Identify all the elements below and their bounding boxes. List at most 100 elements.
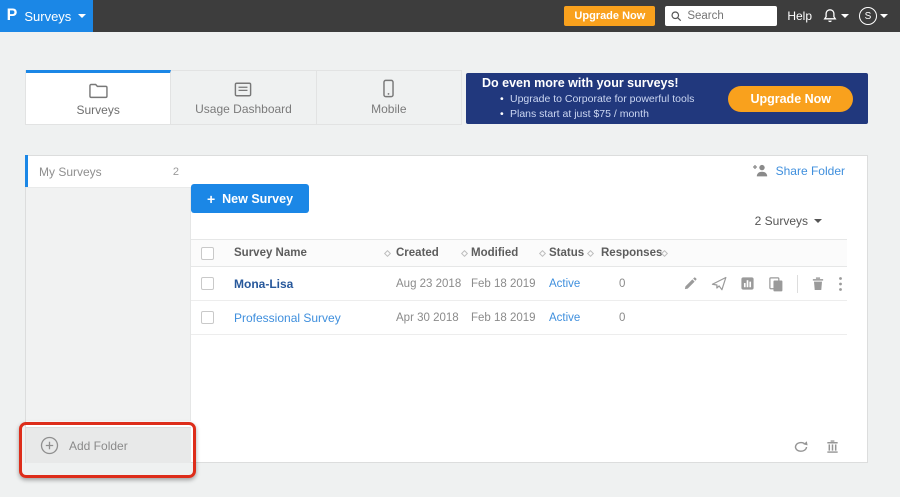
chevron-down-icon xyxy=(814,219,822,223)
created-value: Apr 30 2018 xyxy=(396,312,459,324)
column-label: Survey Name xyxy=(234,247,307,259)
banner-bullet: Upgrade to Corporate for powerful tools xyxy=(500,92,728,106)
chevron-down-icon xyxy=(880,14,888,18)
header-responses: Responses xyxy=(593,247,653,259)
upgrade-now-button[interactable]: Upgrade Now xyxy=(564,6,655,26)
share-person-plus-icon xyxy=(752,163,769,178)
status-link[interactable]: Active xyxy=(549,312,580,324)
banner-bullet: Plans start at just $75 / month xyxy=(500,107,728,121)
header-status: Status xyxy=(549,247,593,259)
table-header-row: Survey Name Created Modified Status Resp… xyxy=(191,239,847,267)
actions-divider xyxy=(797,275,798,293)
header-created: Created xyxy=(396,247,471,259)
column-label: Status xyxy=(549,247,584,259)
status-link[interactable]: Active xyxy=(549,278,580,290)
edit-pencil-icon[interactable] xyxy=(683,276,698,291)
modified-value: Feb 18 2019 xyxy=(471,278,536,290)
send-plane-icon[interactable] xyxy=(711,276,727,291)
responses-value: 0 xyxy=(619,278,625,290)
reports-chart-icon[interactable] xyxy=(740,276,755,291)
created-value: Aug 23 2018 xyxy=(396,278,461,290)
folder-icon xyxy=(88,81,108,99)
delete-trash-icon[interactable] xyxy=(811,276,825,291)
new-survey-label: New Survey xyxy=(222,192,293,206)
survey-name-cell: Mona-Lisa xyxy=(226,277,396,291)
help-link[interactable]: Help xyxy=(787,9,812,23)
more-kebab-icon[interactable] xyxy=(838,276,843,292)
share-folder-label: Share Folder xyxy=(776,164,845,178)
responses-cell: 0 xyxy=(593,278,653,290)
product-name: Surveys xyxy=(24,9,71,24)
row-checkbox[interactable] xyxy=(201,311,214,324)
upgrade-banner: Do even more with your surveys! Upgrade … xyxy=(466,73,868,124)
restore-arrow-icon[interactable] xyxy=(793,440,810,454)
row-actions xyxy=(683,275,847,293)
column-label: Responses xyxy=(601,247,662,259)
folder-item-my-surveys[interactable]: My Surveys 2 xyxy=(28,156,191,187)
search-icon xyxy=(670,10,683,23)
status-cell: Active xyxy=(549,312,593,324)
row-checkbox[interactable] xyxy=(201,277,214,290)
modified-cell: Feb 18 2019 xyxy=(471,278,549,290)
tab-usage-dashboard[interactable]: Usage Dashboard xyxy=(171,70,316,124)
row-checkbox-cell xyxy=(191,277,226,290)
modified-cell: Feb 18 2019 xyxy=(471,312,549,324)
section-tabs: Surveys Usage Dashboard Mobile xyxy=(25,70,462,125)
header-modified: Modified xyxy=(471,247,549,259)
search-input[interactable] xyxy=(687,10,771,22)
row-checkbox-cell xyxy=(191,311,226,324)
tab-mobile[interactable]: Mobile xyxy=(317,70,461,124)
table-row: Mona-Lisa Aug 23 2018 Feb 18 2019 Active… xyxy=(191,267,847,301)
panel-footer-icons xyxy=(793,439,840,454)
survey-name-link[interactable]: Mona-Lisa xyxy=(234,277,293,291)
bell-icon xyxy=(822,8,838,24)
new-survey-button[interactable]: + New Survey xyxy=(191,184,309,213)
banner-upgrade-button[interactable]: Upgrade Now xyxy=(728,86,853,112)
chevron-down-icon xyxy=(78,14,86,18)
app-screen: P Surveys Upgrade Now Help S xyxy=(0,0,900,497)
add-folder-button[interactable]: Add Folder xyxy=(26,427,191,463)
column-label: Created xyxy=(396,247,439,259)
column-label: Modified xyxy=(471,247,518,259)
survey-name-link[interactable]: Professional Survey xyxy=(234,311,341,325)
banner-text: Do even more with your surveys! Upgrade … xyxy=(466,76,728,120)
folders-sidebar xyxy=(26,187,191,421)
survey-name-cell: Professional Survey xyxy=(226,311,396,325)
surveys-panel: My Surveys 2 Share Folder Add Folder + N… xyxy=(25,155,868,463)
surveys-count-label: 2 Surveys xyxy=(755,214,808,228)
banner-title: Do even more with your surveys! xyxy=(482,76,728,90)
surveys-count-dropdown[interactable]: 2 Surveys xyxy=(755,214,822,228)
mobile-icon xyxy=(382,80,395,98)
tab-label: Usage Dashboard xyxy=(195,102,292,116)
dashboard-icon xyxy=(233,80,253,98)
surveys-table: Survey Name Created Modified Status Resp… xyxy=(191,239,847,335)
header-checkbox-cell xyxy=(191,247,226,260)
responses-value: 0 xyxy=(619,312,625,324)
folder-name: My Surveys xyxy=(39,165,102,179)
account-menu[interactable]: S xyxy=(859,7,888,25)
share-folder-button[interactable]: Share Folder xyxy=(752,163,845,178)
modified-value: Feb 18 2019 xyxy=(471,312,536,324)
duplicate-copy-icon[interactable] xyxy=(768,276,784,292)
created-cell: Aug 23 2018 xyxy=(396,278,471,290)
add-folder-label: Add Folder xyxy=(69,439,128,453)
header-survey-name: Survey Name xyxy=(226,247,396,259)
add-folder-plus-circle-icon xyxy=(40,436,59,455)
notifications-menu[interactable] xyxy=(822,8,849,24)
status-cell: Active xyxy=(549,278,593,290)
created-cell: Apr 30 2018 xyxy=(396,312,471,324)
select-all-checkbox[interactable] xyxy=(201,247,214,260)
trash-bin-icon[interactable] xyxy=(825,439,840,454)
table-row: Professional Survey Apr 30 2018 Feb 18 2… xyxy=(191,301,847,335)
sort-icon[interactable] xyxy=(384,249,391,256)
topbar-right-group: Upgrade Now Help S xyxy=(564,6,900,26)
plus-icon: + xyxy=(207,191,215,207)
sort-icon[interactable] xyxy=(461,249,468,256)
sort-icon[interactable] xyxy=(539,249,546,256)
search-box[interactable] xyxy=(665,6,777,26)
tab-surveys[interactable]: Surveys xyxy=(26,70,171,124)
folder-survey-count: 2 xyxy=(173,166,179,178)
tab-label: Surveys xyxy=(76,103,119,117)
product-switcher[interactable]: P Surveys xyxy=(0,0,93,32)
sort-icon[interactable] xyxy=(661,249,668,256)
